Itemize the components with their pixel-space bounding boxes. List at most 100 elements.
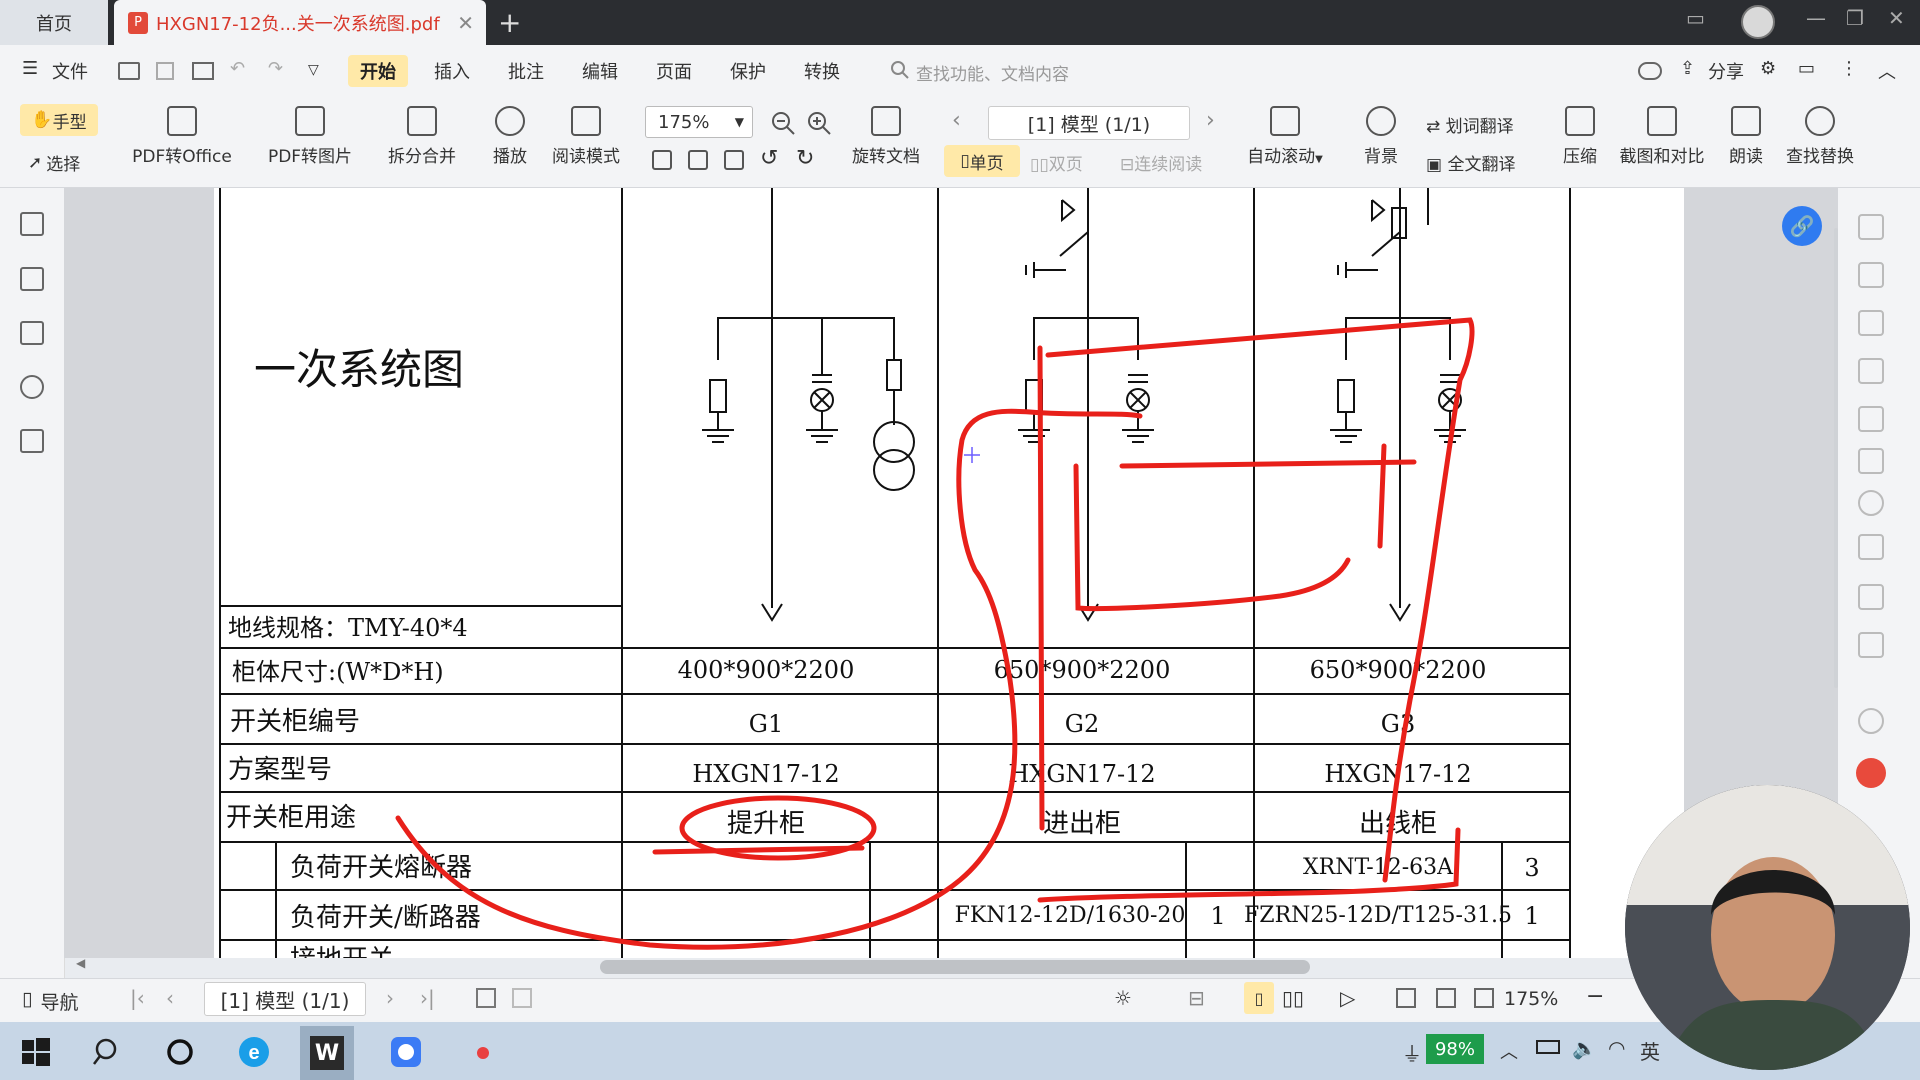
read-aloud-button[interactable]: 朗读 [1722, 106, 1770, 167]
continuous-read-button[interactable]: ⊟连续阅读 [1120, 150, 1202, 175]
rotate-right-icon[interactable]: ↻ [796, 146, 814, 171]
color-picker-icon[interactable] [1856, 758, 1886, 788]
volume-icon[interactable]: 🔈 [1572, 1036, 1597, 1060]
status-zoom[interactable]: 175% [1504, 988, 1558, 1010]
menu-insert[interactable]: 插入 [434, 58, 470, 84]
edge-browser-icon[interactable]: e [238, 1036, 270, 1068]
select-tool-button[interactable]: ➚ 选择 [28, 150, 80, 176]
hand-tool-button[interactable]: ✋ 手型 [20, 104, 98, 136]
rotate-document-button[interactable]: 旋转文档 [846, 106, 926, 167]
highlighter-icon[interactable] [1858, 310, 1884, 336]
thumbnail-icon[interactable] [20, 267, 44, 291]
menu-annotate[interactable]: 批注 [508, 58, 544, 84]
eye-care-icon[interactable]: ☼ [1114, 986, 1132, 1010]
close-tab-icon[interactable]: ✕ [457, 11, 474, 35]
fit-width-icon[interactable] [724, 150, 744, 170]
fit-page-icon[interactable] [688, 150, 708, 170]
cortana-icon[interactable] [164, 1036, 196, 1068]
auto-scroll-button[interactable]: 自动滚动▼ [1240, 106, 1330, 167]
undo-icon[interactable]: ↶ [230, 58, 245, 79]
actual-size-icon[interactable] [652, 150, 672, 170]
more-icon[interactable]: ⋮ [1840, 58, 1858, 79]
ime-indicator[interactable]: 英 [1640, 1036, 1660, 1065]
full-translate-button[interactable]: ▣ 全文翻译 [1426, 150, 1515, 175]
stroke-width-icon[interactable] [1858, 708, 1884, 734]
chevron-down-icon[interactable]: ▽ [308, 62, 319, 78]
double-page-button[interactable]: ▯▯双页 [1030, 150, 1083, 175]
double-page-status-icon[interactable]: ▯▯ [1282, 986, 1304, 1010]
text-icon[interactable] [1858, 584, 1884, 610]
prev-page-icon[interactable]: ‹ [166, 986, 174, 1010]
screenshot-compare-button[interactable]: 截图和对比 [1614, 106, 1710, 167]
nav-toggle[interactable]: ▯ 导航 [22, 988, 78, 1015]
close-window-icon[interactable]: ✕ [1888, 6, 1905, 30]
chevron-up-icon[interactable]: ︿ [1500, 1038, 1518, 1064]
menu-page[interactable]: 页面 [656, 58, 692, 84]
first-page-icon[interactable]: |‹ [130, 986, 145, 1010]
read-mode-button[interactable]: 阅读模式 [548, 106, 624, 167]
pointer-icon[interactable] [1858, 214, 1884, 240]
share-icon[interactable]: ⇪ [1680, 58, 1695, 79]
redo-icon[interactable]: ↷ [268, 58, 283, 79]
single-page-status-icon[interactable]: ▯ [1244, 982, 1274, 1014]
bookmark-icon[interactable] [20, 212, 44, 236]
last-page-icon[interactable]: ›| [420, 986, 435, 1010]
settings-icon[interactable]: ⚙ [1760, 58, 1776, 79]
zoom-select[interactable]: 175% ▼ [645, 106, 753, 138]
search-icon[interactable] [890, 60, 910, 80]
menu-file[interactable]: 文件 [52, 58, 88, 84]
tab-document[interactable]: P HXGN17-12负...关一次系统图.pdf ✕ [114, 0, 486, 45]
link-float-button[interactable]: 🔗 [1782, 206, 1822, 246]
ellipse-icon[interactable] [1858, 490, 1884, 516]
menu-convert[interactable]: 转换 [804, 58, 840, 84]
document-canvas[interactable]: 一次系统图 地线规格：TMY-40*4 柜体尺寸:(W*D*H) 开关柜编号 方… [64, 188, 1838, 958]
split-view-icon[interactable]: ⊟ [1188, 986, 1205, 1010]
note-icon[interactable] [1858, 632, 1884, 658]
new-tab-button[interactable]: + [498, 6, 521, 39]
pen-icon[interactable] [1858, 262, 1884, 288]
find-replace-button[interactable]: 查找替换 [1780, 106, 1860, 167]
fit-width-status-icon[interactable] [1474, 988, 1494, 1008]
previous-page-icon[interactable]: ‹ [952, 108, 961, 133]
comment-panel-icon[interactable] [20, 321, 44, 345]
layout-icon[interactable]: ▭ [1686, 6, 1705, 30]
forward-icon[interactable] [512, 988, 532, 1008]
page-indicator[interactable]: [1] 模型 (1/1) [988, 106, 1190, 140]
play-button[interactable]: 播放 [484, 106, 536, 167]
recorder-icon[interactable] [458, 1040, 508, 1066]
menu-protect[interactable]: 保护 [730, 58, 766, 84]
play-status-icon[interactable]: ▷ [1340, 986, 1355, 1010]
collapse-ribbon-icon[interactable]: ︿ [1878, 58, 1896, 84]
horizontal-scrollbar[interactable] [600, 960, 1310, 974]
restore-icon[interactable]: ❐ [1846, 6, 1864, 30]
word-translate-button[interactable]: ⇄ 划词翻译 [1426, 112, 1514, 137]
numbering-icon[interactable] [1858, 534, 1884, 560]
back-icon[interactable] [476, 988, 496, 1008]
tab-home[interactable]: 首页 [0, 0, 108, 45]
background-button[interactable]: 背景 [1356, 106, 1406, 167]
attachment-icon[interactable] [20, 375, 44, 399]
wifi-icon[interactable]: ◠ [1608, 1036, 1625, 1060]
pdf-to-image-button[interactable]: PDF转图片 [260, 106, 360, 167]
zoom-in-icon[interactable] [806, 110, 832, 140]
search-input[interactable]: 查找功能、文档内容 [916, 60, 1069, 85]
cloud-sync-icon[interactable] [1638, 62, 1662, 80]
status-page-indicator[interactable]: [1] 模型 (1/1) [204, 982, 366, 1016]
pdf-to-office-button[interactable]: PDF转Office [124, 106, 240, 167]
battery-indicator[interactable]: 98% [1426, 1034, 1484, 1064]
fit-page-status-icon[interactable] [1436, 988, 1456, 1008]
rotate-left-icon[interactable]: ↺ [760, 146, 778, 171]
arrow-icon[interactable] [1858, 406, 1884, 432]
share-button[interactable]: 分享 [1708, 58, 1744, 84]
zoom-minus-icon[interactable]: − [1586, 984, 1604, 1009]
compress-button[interactable]: 压缩 [1556, 106, 1604, 167]
split-merge-button[interactable]: 拆分合并 [374, 106, 470, 167]
next-page-status-icon[interactable]: › [386, 986, 394, 1010]
open-folder-icon[interactable] [118, 62, 140, 80]
line-icon[interactable] [1858, 358, 1884, 384]
next-page-icon[interactable]: › [1206, 108, 1215, 133]
rectangle-icon[interactable] [1858, 448, 1884, 474]
wps-taskbar-item[interactable]: W [300, 1026, 354, 1080]
hamburger-icon[interactable]: ☰ [22, 58, 38, 79]
print-icon[interactable] [192, 62, 214, 80]
